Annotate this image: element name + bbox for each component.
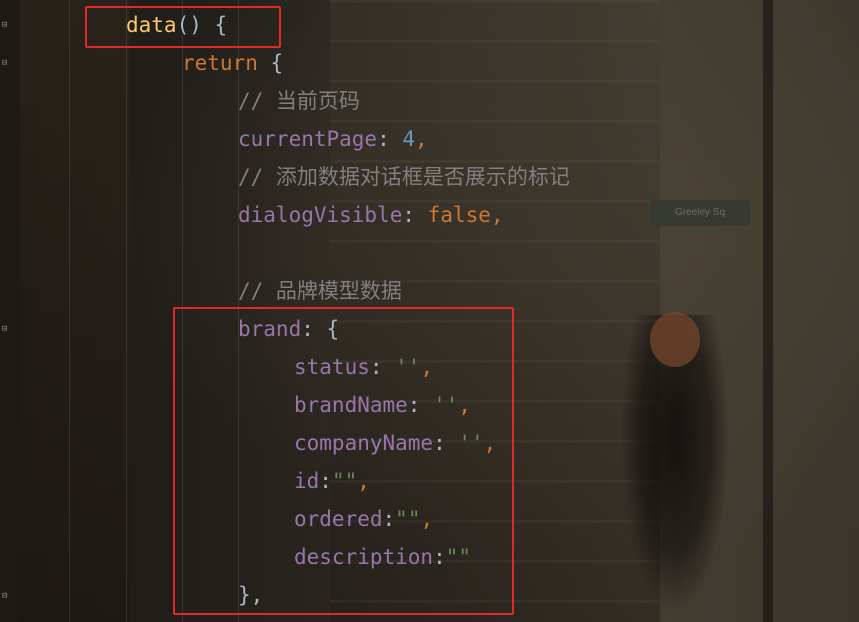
code-line-dialog-visible[interactable]: dialogVisible: false, bbox=[238, 196, 504, 234]
code-comment: // 当前页码 bbox=[238, 89, 360, 113]
code-editor[interactable]: Greeley Sq ⊟ ⊟ ⊟ ⊟ data() { return { // … bbox=[0, 0, 859, 622]
comma: , bbox=[490, 203, 504, 227]
code-line-comment-current-page[interactable]: // 当前页码 bbox=[238, 82, 360, 120]
code-line-comment-brand[interactable]: // 品牌模型数据 bbox=[238, 272, 402, 310]
property-name: currentPage bbox=[238, 127, 378, 151]
open-brace: { bbox=[257, 51, 284, 75]
highlight-box-brand-object bbox=[173, 307, 514, 615]
boolean-literal: false bbox=[427, 203, 491, 227]
colon: : bbox=[402, 203, 428, 227]
fold-marker-icon[interactable]: ⊟ bbox=[2, 21, 11, 30]
code-comment: // 添加数据对话框是否展示的标记 bbox=[238, 165, 570, 189]
highlight-box-data-function bbox=[85, 6, 281, 48]
fold-marker-icon[interactable]: ⊟ bbox=[2, 592, 11, 601]
code-line-current-page[interactable]: currentPage: 4, bbox=[238, 120, 428, 158]
return-keyword: return bbox=[182, 51, 258, 75]
comma: , bbox=[415, 127, 428, 151]
indent-guide bbox=[126, 0, 127, 622]
property-name: dialogVisible bbox=[238, 203, 403, 227]
code-line-comment-dialog[interactable]: // 添加数据对话框是否展示的标记 bbox=[238, 158, 570, 196]
fold-marker-icon[interactable]: ⊟ bbox=[2, 59, 11, 68]
indent-guide bbox=[69, 0, 70, 622]
code-comment: // 品牌模型数据 bbox=[238, 279, 402, 303]
number-literal: 4 bbox=[402, 127, 416, 151]
code-line-return[interactable]: return { bbox=[182, 44, 283, 82]
colon: : bbox=[377, 127, 403, 151]
fold-marker-icon[interactable]: ⊟ bbox=[2, 325, 11, 334]
editor-gutter: ⊟ ⊟ ⊟ ⊟ bbox=[0, 0, 14, 622]
